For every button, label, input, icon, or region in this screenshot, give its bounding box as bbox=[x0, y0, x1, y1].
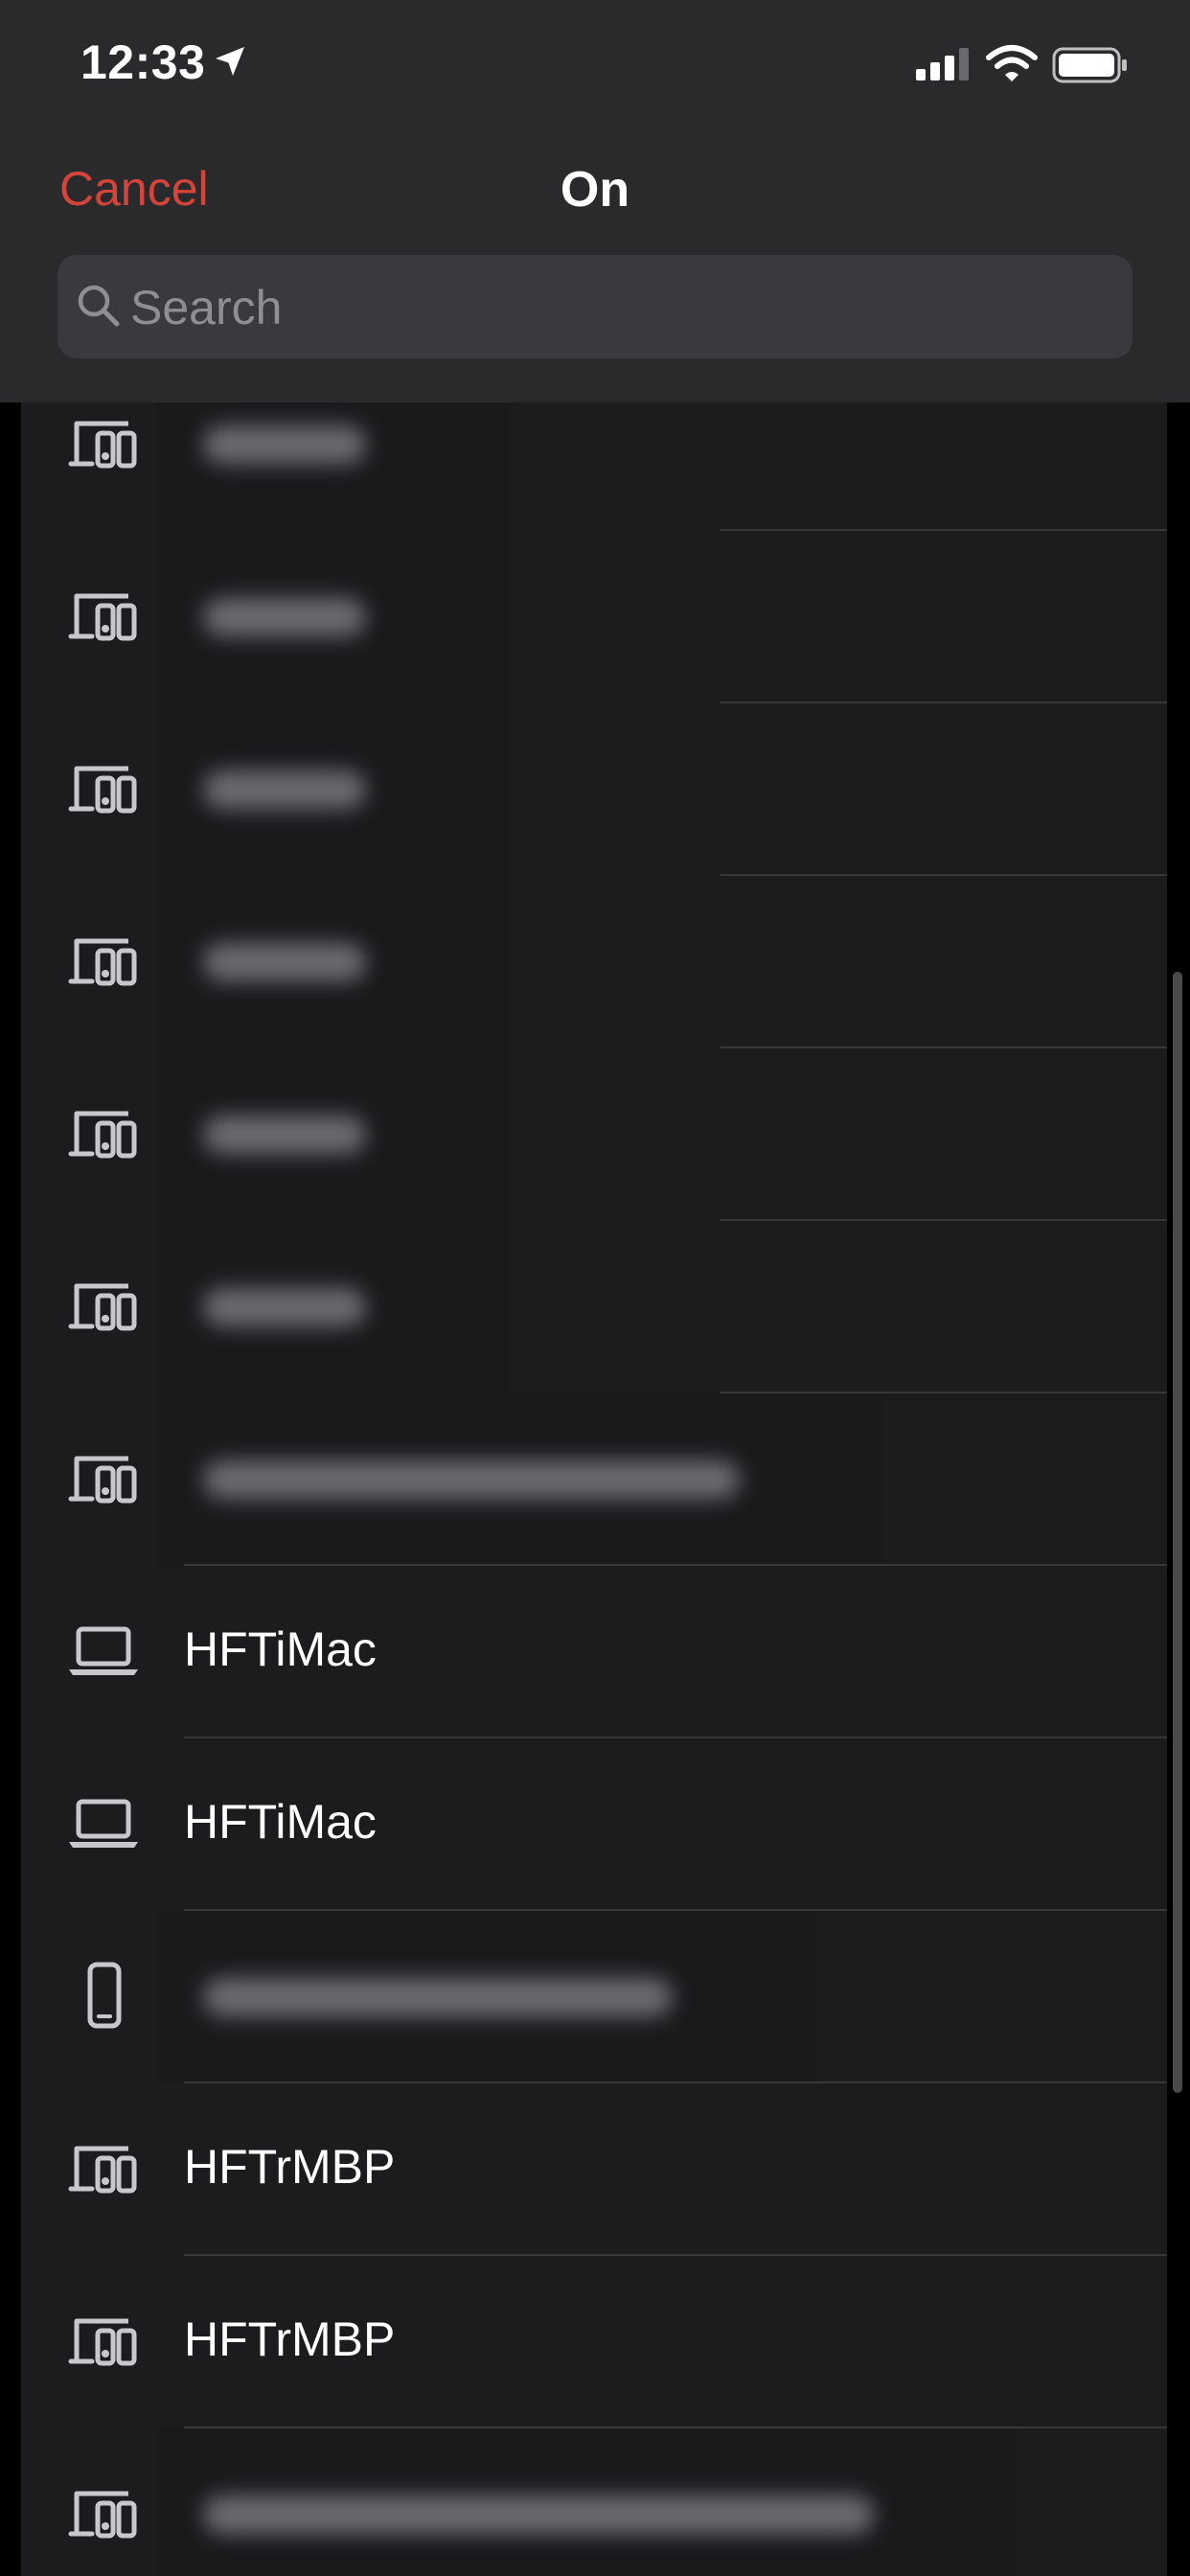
navigation-header: 12:33 Cancel On bbox=[0, 0, 1190, 402]
laptop-icon bbox=[65, 1614, 142, 1690]
device-name: HFTrMBP bbox=[184, 2312, 396, 2366]
status-time: 12:33 bbox=[80, 35, 206, 89]
devices-icon bbox=[65, 579, 142, 656]
device-name: HFTiMac bbox=[184, 1795, 377, 1849]
redacted-device-name bbox=[155, 1221, 510, 1393]
devices-icon bbox=[65, 751, 142, 828]
device-row[interactable]: HFTiMac bbox=[21, 1566, 1167, 1738]
device-row[interactable] bbox=[21, 402, 1167, 531]
device-row[interactable]: HFTiMac bbox=[21, 1738, 1167, 1911]
search-input[interactable] bbox=[128, 255, 1110, 360]
search-icon bbox=[78, 285, 120, 327]
device-row[interactable] bbox=[21, 876, 1167, 1048]
location-arrow-icon bbox=[216, 47, 244, 76]
status-bar: 12:33 bbox=[0, 0, 1190, 134]
device-row[interactable]: HFTrMBP bbox=[21, 2256, 1167, 2428]
device-row[interactable]: HFTrMBP bbox=[21, 2083, 1167, 2256]
page-title: On bbox=[560, 162, 630, 218]
search-field[interactable] bbox=[57, 255, 1133, 360]
devices-icon bbox=[65, 924, 142, 1000]
devices-icon bbox=[65, 1441, 142, 1518]
redacted-device-name bbox=[155, 1393, 883, 1566]
scroll-indicator[interactable] bbox=[1173, 972, 1182, 2093]
devices-icon bbox=[65, 2476, 142, 2553]
redacted-device-name bbox=[155, 703, 510, 876]
devices-icon bbox=[65, 1269, 142, 1346]
device-name: HFTiMac bbox=[184, 1622, 377, 1676]
device-name: HFTrMBP bbox=[184, 2140, 396, 2194]
redacted-device-name bbox=[155, 1911, 816, 2083]
device-list: HFTiMac HFTiMac HFTrMBP HFTrMBP bbox=[21, 402, 1167, 2576]
device-row[interactable] bbox=[21, 1048, 1167, 1221]
redacted-device-name bbox=[155, 402, 510, 531]
redacted-device-name bbox=[155, 531, 510, 703]
laptop-icon bbox=[65, 1786, 142, 1863]
device-row[interactable] bbox=[21, 1221, 1167, 1393]
redacted-device-name bbox=[155, 876, 510, 1048]
device-row[interactable] bbox=[21, 1393, 1167, 1566]
devices-icon bbox=[65, 1096, 142, 1173]
devices-icon bbox=[65, 2131, 142, 2208]
redacted-device-name bbox=[155, 2428, 1018, 2576]
device-row[interactable] bbox=[21, 2428, 1167, 2576]
device-row[interactable] bbox=[21, 531, 1167, 703]
redacted-device-name bbox=[155, 1048, 510, 1221]
battery-icon bbox=[1052, 47, 1127, 83]
devices-icon bbox=[65, 406, 142, 483]
device-row[interactable] bbox=[21, 703, 1167, 876]
cellular-signal-icon bbox=[916, 48, 969, 80]
phone-icon bbox=[65, 1959, 142, 2036]
devices-icon bbox=[65, 2304, 142, 2380]
wifi-icon bbox=[986, 45, 1038, 81]
device-row[interactable] bbox=[21, 1911, 1167, 2083]
